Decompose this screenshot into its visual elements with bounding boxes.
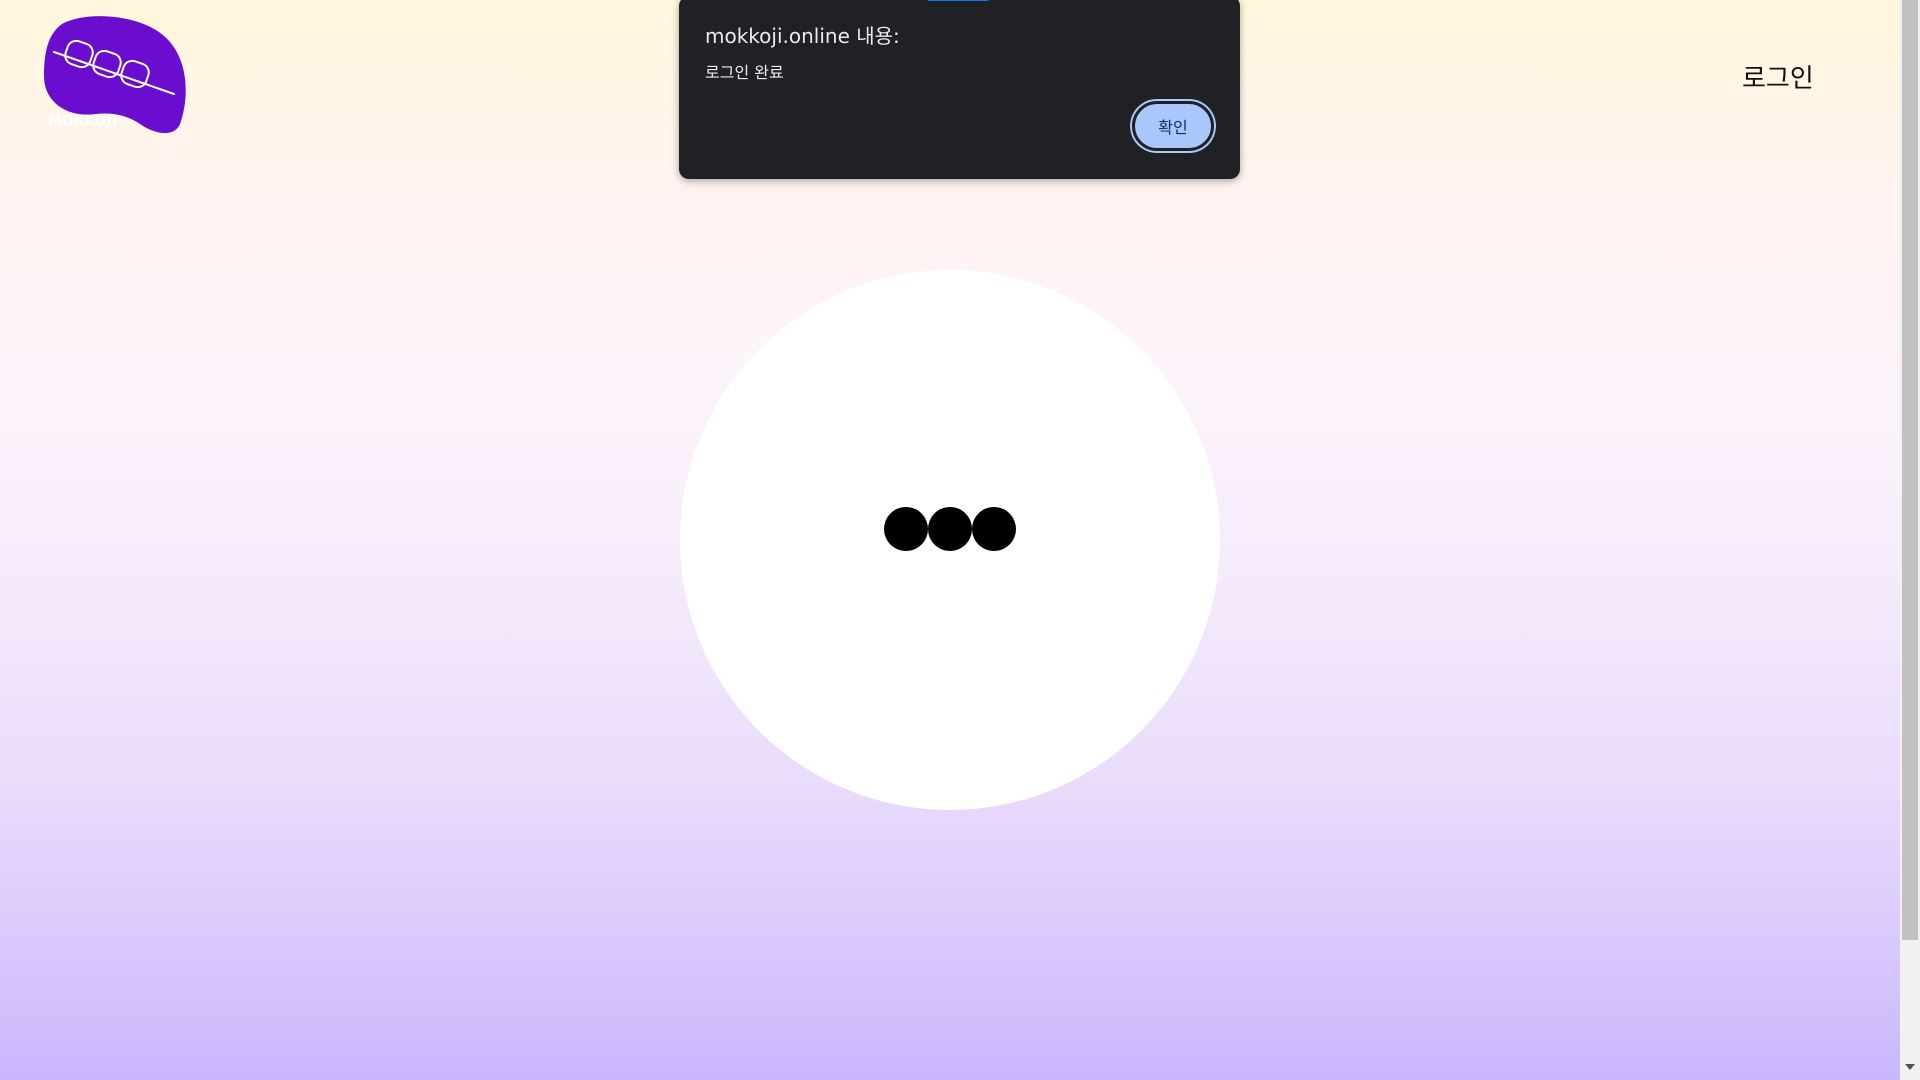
dialog-message: 로그인 완료 — [705, 63, 784, 82]
vertical-scrollbar[interactable] — [1900, 0, 1920, 1080]
login-link[interactable]: 로그인 — [1742, 58, 1814, 95]
loading-dot — [884, 507, 928, 551]
loading-dot — [972, 507, 1016, 551]
alert-dialog: mokkoji.online 내용: 로그인 완료 확인 — [679, 0, 1240, 179]
logo-text: MOKKOJI — [48, 113, 117, 129]
ok-button[interactable]: 확인 — [1132, 101, 1214, 151]
scrollbar-thumb[interactable] — [1902, 0, 1918, 940]
loading-dot — [928, 507, 972, 551]
scroll-down-arrow-icon[interactable] — [1905, 1064, 1915, 1070]
dialog-title: mokkoji.online 내용: — [705, 24, 900, 48]
mokkoji-logo[interactable]: MOKKOJI — [42, 14, 187, 136]
page-background: MOKKOJI 로그인 mokkoji.online 내용: 로그인 완료 확인 — [0, 0, 1900, 1080]
dialog-tab-indicator — [927, 0, 989, 1]
loading-dots — [884, 507, 1016, 551]
